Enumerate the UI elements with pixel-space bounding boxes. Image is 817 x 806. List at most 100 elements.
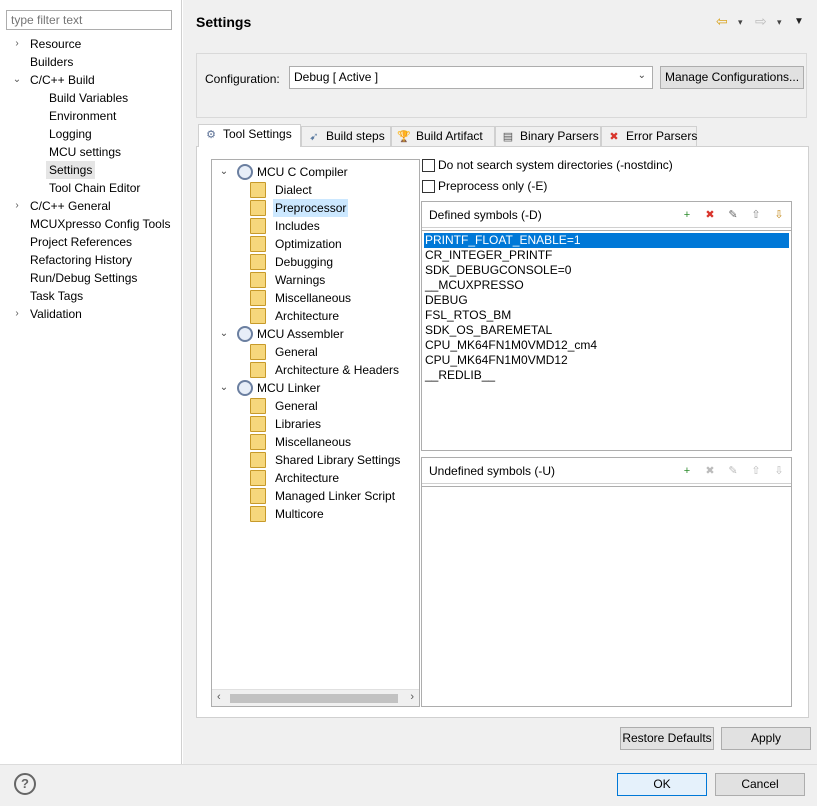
nav-label: C/C++ Build	[30, 73, 95, 87]
list-item[interactable]: SDK_DEBUGCONSOLE=0	[425, 263, 571, 278]
options-folder-icon	[250, 506, 266, 522]
move-up-icon[interactable]: ⇧	[748, 463, 764, 479]
tree-node-label: Debugging	[275, 255, 334, 269]
tab-error-parsers[interactable]: ✖ Error Parsers	[601, 126, 697, 146]
scroll-left-icon[interactable]: ‹	[217, 691, 221, 703]
preferences-nav-pane: › Resource Builders ⌄ C/C++ Build Build Va…	[0, 0, 182, 764]
tree-node-label: Includes	[275, 219, 320, 233]
restore-defaults-button[interactable]: Restore Defaults	[620, 727, 714, 750]
tree-node-label: Optimization	[275, 237, 342, 251]
move-down-icon[interactable]: ⇩	[771, 207, 787, 223]
manage-configurations-button[interactable]: Manage Configurations...	[660, 66, 804, 89]
settings-page: Settings ⇦ ▾ ⇨ ▾ ▼ Configuration: Debug …	[183, 0, 817, 764]
tree-node-label: Dialect	[275, 183, 312, 197]
configuration-select[interactable]: Debug [ Active ] ⌄	[289, 66, 653, 89]
back-icon[interactable]: ⇦	[716, 13, 728, 30]
list-item[interactable]: DEBUG	[425, 293, 468, 308]
binary-icon: ▤	[502, 131, 514, 143]
list-item[interactable]: SDK_OS_BAREMETAL	[425, 323, 552, 338]
list-item[interactable]: CPU_MK64FN1M0VMD12	[425, 353, 568, 368]
collapse-icon[interactable]: ⌄	[218, 325, 230, 343]
options-folder-icon	[250, 488, 266, 504]
move-down-icon[interactable]: ⇩	[771, 463, 787, 479]
nav-label: Validation	[30, 307, 82, 321]
expand-icon[interactable]: ›	[11, 35, 23, 53]
defined-symbols-list[interactable]: PRINTF_FLOAT_ENABLE=1 CR_INTEGER_PRINTF …	[422, 230, 791, 450]
expand-icon[interactable]: ›	[11, 197, 23, 215]
nav-label: Build Variables	[49, 91, 129, 105]
tree-node-label: Preprocessor	[273, 199, 349, 217]
scroll-right-icon[interactable]: ›	[410, 691, 414, 703]
options-folder-icon	[250, 434, 266, 450]
add-icon[interactable]: +	[679, 207, 695, 223]
nav-label: Tool Chain Editor	[49, 181, 141, 195]
tree-node-label: Multicore	[275, 507, 324, 521]
delete-icon[interactable]: ✖	[702, 207, 718, 223]
options-folder-icon	[250, 254, 266, 270]
move-up-icon[interactable]: ⇧	[748, 207, 764, 223]
list-item[interactable]: __REDLIB__	[425, 368, 495, 383]
nav-label: Builders	[30, 55, 74, 69]
nav-label: Logging	[49, 127, 92, 141]
expand-icon[interactable]: ›	[11, 305, 23, 323]
tree-node-label: Architecture & Headers	[275, 363, 400, 377]
checkbox-box[interactable]	[422, 180, 435, 193]
undefined-symbols-header: Undefined symbols (-U) + ✖ ✎ ⇧ ⇩	[422, 458, 791, 484]
tab-build-steps[interactable]: ➹ Build steps	[301, 126, 391, 146]
tab-label: Build steps	[326, 129, 385, 143]
nav-label: C/C++ General	[30, 199, 111, 213]
apply-button[interactable]: Apply	[721, 727, 811, 750]
cancel-button[interactable]: Cancel	[715, 773, 805, 796]
options-folder-icon	[250, 290, 266, 306]
collapse-icon[interactable]: ⌄	[218, 163, 230, 181]
tree-node-label: MCU Linker	[257, 381, 321, 395]
edit-icon[interactable]: ✎	[725, 207, 741, 223]
dialog-button-bar: ? OK Cancel	[0, 764, 817, 806]
filter-input[interactable]	[6, 10, 172, 30]
tool-icon	[237, 164, 253, 180]
ok-button[interactable]: OK	[617, 773, 707, 796]
undefined-symbols-list[interactable]	[422, 486, 791, 706]
options-folder-icon	[250, 344, 266, 360]
add-icon[interactable]: +	[679, 463, 695, 479]
list-item[interactable]: PRINTF_FLOAT_ENABLE=1	[424, 233, 789, 248]
collapse-icon[interactable]: ⌄	[11, 71, 23, 89]
checkbox-label: Do not search system directories (-nostd…	[438, 158, 673, 172]
nav-label: MCU settings	[49, 145, 122, 159]
tree-node-label: MCU Assembler	[257, 327, 344, 341]
error-icon: ✖	[609, 131, 619, 143]
options-folder-icon	[250, 452, 266, 468]
nav-label: Task Tags	[30, 289, 84, 303]
list-item[interactable]: CPU_MK64FN1M0VMD12_cm4	[425, 338, 597, 353]
configuration-group: Configuration: Debug [ Active ] ⌄ Manage…	[196, 53, 807, 118]
delete-icon[interactable]: ✖	[702, 463, 718, 479]
list-item[interactable]: CR_INTEGER_PRINTF	[425, 248, 552, 263]
checkbox-box[interactable]	[422, 159, 435, 172]
forward-dropdown-icon[interactable]: ▾	[777, 17, 782, 28]
nav-label: Project References	[30, 235, 133, 249]
tab-label: Tool Settings	[223, 127, 292, 141]
nav-label: Settings	[46, 161, 96, 179]
options-folder-icon	[250, 200, 266, 216]
tab-tool-settings[interactable]: ⚙ Tool Settings	[198, 124, 301, 147]
tool-settings-tree[interactable]: ⌄ MCU C Compiler Dialect Preprocessor Inc…	[211, 159, 420, 707]
view-menu-icon[interactable]: ▼	[794, 16, 804, 27]
tool-icon	[237, 326, 253, 342]
collapse-icon[interactable]: ⌄	[218, 379, 230, 397]
nav-label: MCUXpresso Config Tools	[30, 217, 171, 231]
list-item[interactable]: FSL_RTOS_BM	[425, 308, 511, 323]
help-icon[interactable]: ?	[14, 773, 36, 795]
tool-icon	[237, 380, 253, 396]
edit-icon[interactable]: ✎	[725, 463, 741, 479]
tab-binary-parsers[interactable]: ▤ Binary Parsers	[495, 126, 601, 146]
configuration-label: Configuration:	[205, 72, 280, 86]
defined-symbols-group: Defined symbols (-D) + ✖ ✎ ⇧ ⇩ PRINTF_FL…	[421, 201, 792, 451]
tree-horizontal-scrollbar[interactable]: ‹ ›	[212, 689, 419, 706]
defined-symbols-title: Defined symbols (-D)	[429, 208, 542, 222]
back-dropdown-icon[interactable]: ▾	[738, 17, 743, 28]
tab-build-artifact[interactable]: 🏆 Build Artifact	[391, 126, 495, 146]
list-item[interactable]: __MCUXPRESSO	[425, 278, 524, 293]
forward-icon[interactable]: ⇨	[755, 13, 767, 30]
scrollbar-thumb[interactable]	[230, 694, 398, 703]
nav-label: Run/Debug Settings	[30, 271, 138, 285]
